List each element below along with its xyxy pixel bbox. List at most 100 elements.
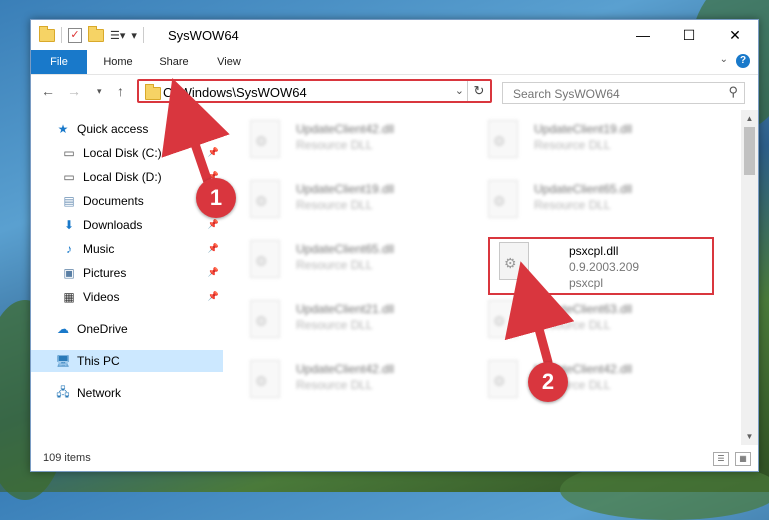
pin-icon: 📌 [207, 267, 219, 277]
star-icon: ★ [57, 122, 69, 136]
recent-locations-icon[interactable]: ▾ [97, 86, 102, 97]
nav-item-documents[interactable]: ▤ Documents 📌 [31, 190, 223, 212]
file-description: Resource DLL [296, 318, 373, 332]
address-bar[interactable]: C:\Windows\SysWOW64 ⌄ ↻ [137, 79, 492, 103]
refresh-icon[interactable]: ↻ [467, 81, 490, 101]
nav-item-music[interactable]: ♪ Music 📌 [31, 238, 223, 260]
file-description: Resource DLL [296, 378, 373, 392]
up-arrow-icon[interactable]: ↑ [117, 83, 124, 99]
nav-item-label: Local Disk (C:) [83, 146, 162, 160]
folder-icon [39, 25, 55, 42]
vertical-scrollbar[interactable]: ▲ ▼ [741, 110, 758, 445]
file-name: UpdateClient63.dll [534, 302, 633, 316]
properties-icon[interactable]: ✓ [68, 27, 82, 43]
expand-ribbon-icon[interactable]: ⌄ [720, 54, 728, 65]
file-item[interactable]: UpdateClient19.dll Resource DLL [465, 120, 695, 170]
file-description: Resource DLL [534, 138, 611, 152]
status-bar: 109 items ☰ ▦ [31, 445, 758, 471]
drive-icon: ▭ [63, 170, 75, 184]
tab-file[interactable]: File [31, 50, 87, 74]
nav-item-label: Quick access [77, 122, 149, 136]
nav-item-quick-access[interactable]: ★ Quick access [31, 118, 223, 140]
back-arrow-icon[interactable]: ← [41, 83, 55, 99]
address-row: ← → ▾ ↑ C:\Windows\SysWOW64 ⌄ ↻ ⚲ [31, 75, 758, 109]
nav-item-downloads[interactable]: ⬇ Downloads 📌 [31, 214, 223, 236]
file-name: UpdateClient19.dll [296, 182, 395, 196]
nav-item-local-disk-c[interactable]: ▭ Local Disk (C:) 📌 [31, 142, 223, 164]
scroll-down-icon[interactable]: ▼ [741, 428, 758, 445]
nav-item-network[interactable]: 🖧 Network [31, 382, 223, 404]
file-description: Resource DLL [296, 138, 373, 152]
nav-item-label: Downloads [83, 218, 143, 232]
scroll-up-icon[interactable]: ▲ [741, 110, 758, 127]
minimize-button[interactable]: — [620, 20, 666, 50]
dll-file-icon [488, 180, 518, 218]
drive-icon: ▭ [63, 146, 75, 160]
nav-item-pictures[interactable]: ▣ Pictures 📌 [31, 262, 223, 284]
explorer-window: ✓ ☰▾ ▾ SysWOW64 — ☐ ✕ File Home Share Vi… [30, 19, 759, 472]
nav-item-onedrive[interactable]: ☁ OneDrive [31, 318, 223, 340]
quick-access-toolbar: ✓ ☰▾ ▾ [39, 25, 144, 43]
dll-file-icon [250, 240, 280, 278]
dropdown-icon[interactable]: ▾ [131, 29, 137, 42]
file-name: UpdateClient21.dll [296, 302, 395, 316]
scrollbar-thumb[interactable] [744, 127, 755, 175]
tab-home[interactable]: Home [93, 50, 143, 74]
cloud-icon: ☁ [57, 322, 69, 336]
file-item[interactable]: UpdateClient42.dll Resource DLL [227, 120, 457, 170]
separator [142, 27, 144, 43]
file-item[interactable]: UpdateClient65.dll Resource DLL [465, 180, 695, 230]
nav-item-this-pc[interactable]: 🖥 This PC [31, 350, 223, 372]
file-item[interactable]: UpdateClient42.dll Resource DLL [227, 360, 457, 410]
nav-item-local-disk-d[interactable]: ▭ Local Disk (D:) 📌 [31, 166, 223, 188]
pin-icon: 📌 [207, 243, 219, 253]
dll-file-icon [488, 300, 518, 338]
tab-view[interactable]: View [205, 50, 253, 74]
new-folder-icon[interactable] [88, 25, 104, 42]
dll-file-icon [250, 300, 280, 338]
address-path[interactable]: C:\Windows\SysWOW64 [163, 85, 307, 100]
nav-item-videos[interactable]: ▦ Videos 📌 [31, 286, 223, 308]
downloads-icon: ⬇ [63, 218, 75, 232]
search-icon[interactable]: ⚲ [728, 84, 738, 100]
maximize-button[interactable]: ☐ [666, 20, 712, 50]
network-icon: 🖧 [56, 384, 70, 399]
file-item[interactable]: UpdateClient21.dll Resource DLL [227, 300, 457, 350]
file-item[interactable]: UpdateClient19.dll Resource DLL [227, 180, 457, 230]
nav-item-label: This PC [77, 354, 120, 368]
file-item[interactable]: UpdateClient65.dll Resource DLL [227, 240, 457, 290]
search-box[interactable]: ⚲ [502, 82, 745, 104]
navigation-pane: ★ Quick access ▭ Local Disk (C:) 📌 ▭ Loc… [31, 110, 223, 445]
file-description: Resource DLL [296, 198, 373, 212]
file-name: UpdateClient42.dll [296, 362, 395, 376]
pictures-icon: ▣ [63, 266, 75, 280]
file-description: Resource DLL [534, 318, 611, 332]
forward-arrow-icon[interactable]: → [67, 83, 81, 99]
pin-icon: 📌 [207, 291, 219, 301]
title-bar: ✓ ☰▾ ▾ SysWOW64 — ☐ ✕ [31, 20, 758, 50]
dll-file-icon [250, 180, 280, 218]
window-title: SysWOW64 [168, 28, 239, 43]
help-icon[interactable]: ? [736, 54, 750, 68]
file-name: UpdateClient65.dll [296, 242, 395, 256]
dll-file-icon [488, 360, 518, 398]
tab-share[interactable]: Share [149, 50, 199, 74]
file-list: UpdateClient42.dll Resource DLL UpdateCl… [227, 110, 739, 445]
dll-file-icon [250, 360, 280, 398]
file-item[interactable]: UpdateClient42.dll Resource DLL [465, 360, 695, 410]
file-item[interactable]: UpdateClient63.dll Resource DLL [465, 300, 695, 350]
dll-file-icon [488, 120, 518, 158]
item-count: 109 items [43, 452, 91, 464]
videos-icon: ▦ [63, 290, 75, 304]
file-name: UpdateClient42.dll [296, 122, 395, 136]
dll-file-icon [250, 120, 280, 158]
details-view-icon[interactable]: ☰ [713, 452, 729, 466]
close-button[interactable]: ✕ [712, 20, 758, 50]
ribbon-tabs: File Home Share View ⌄ ? [31, 50, 758, 75]
nav-item-label: Music [83, 242, 115, 256]
chevron-down-icon[interactable]: ⌄ [455, 84, 464, 97]
pin-icon: 📌 [207, 219, 219, 229]
large-icons-view-icon[interactable]: ▦ [735, 452, 751, 466]
search-input[interactable] [511, 86, 715, 102]
customize-toolbar-icon[interactable]: ☰▾ [110, 29, 125, 42]
